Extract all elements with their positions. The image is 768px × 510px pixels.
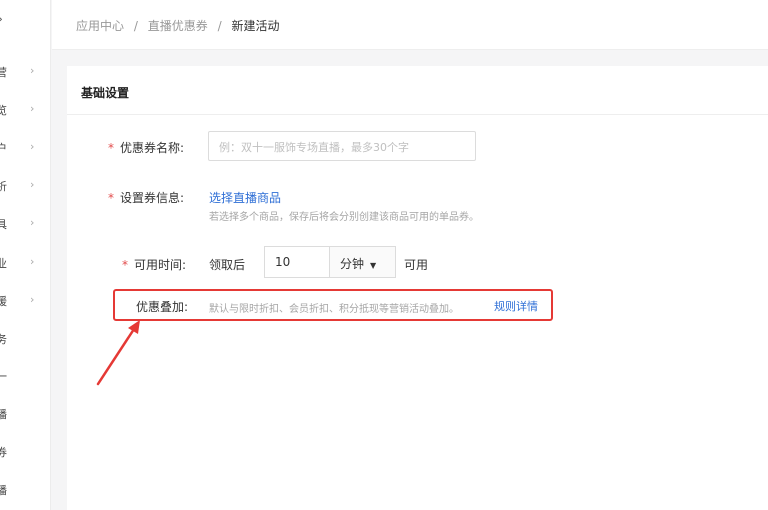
breadcrumb-separator: / [217, 19, 222, 33]
sidebar-item-label: 务 [0, 331, 7, 347]
sidebar-item-label: 业 [0, 255, 7, 271]
sidebar-item-label: 户 [0, 140, 7, 156]
required-mark: * [108, 141, 114, 155]
chevron-right-icon: › [30, 178, 35, 191]
sidebar-item[interactable]: 析› [0, 176, 50, 196]
chevron-right-icon: › [30, 102, 35, 115]
time-unit-select[interactable]: 分钟 ▼ [330, 246, 396, 278]
sidebar-item[interactable]: 户› [0, 138, 50, 158]
required-mark: * [122, 258, 128, 272]
coupon-info-label: * 设置券信息: [108, 189, 184, 206]
sidebar-item-label: 营 [0, 64, 7, 80]
sidebar-item[interactable]: 具› [0, 214, 50, 234]
sidebar-item[interactable]: 务 [0, 329, 50, 349]
breadcrumb-item-app-center[interactable]: 应用中心 [76, 19, 124, 33]
sidebar-item[interactable]: 营› [0, 62, 50, 82]
sidebar-item-label: 播 [0, 482, 7, 498]
sidebar-item-label: 援 [0, 293, 7, 309]
sidebar-item-label: 析 [0, 178, 7, 194]
coupon-name-label: * 优惠券名称: [108, 139, 184, 156]
coupon-name-input[interactable]: 例：双十一服饰专场直播，最多30个字 [208, 131, 476, 161]
highlight-box [113, 289, 553, 321]
chevron-right-icon: › [30, 64, 35, 77]
panel-divider [67, 114, 768, 115]
time-value-input[interactable]: 10 [264, 246, 330, 278]
time-suffix-text: 可用 [404, 258, 429, 272]
sidebar-item-label: 券 [0, 444, 7, 460]
sidebar-item-label: 具 [0, 216, 7, 232]
chevron-right-icon: › [30, 255, 35, 268]
sidebar-item-label: 一 [0, 368, 7, 384]
chevron-right-icon: › [30, 216, 35, 229]
breadcrumb-item-live-coupon[interactable]: 直播优惠券 [148, 19, 208, 33]
chevron-right-icon: › [30, 140, 35, 153]
coupon-name-label-text: 优惠券名称: [120, 141, 185, 155]
panel-title: 基础设置 [81, 86, 130, 100]
breadcrumb-separator: / [133, 19, 138, 33]
sidebar-item[interactable]: 业› [0, 253, 50, 273]
sidebar: › 营›览›户›析›具›业›援›务一播券播 [0, 0, 51, 510]
sidebar-item[interactable]: 一 [0, 366, 50, 386]
available-time-label-text: 可用时间: [134, 258, 187, 272]
caret-down-icon: ▼ [370, 261, 377, 270]
annotation-arrow-icon [96, 320, 140, 386]
chevron-right-icon: › [30, 293, 35, 306]
header: 应用中心 / 直播优惠券 / 新建活动 [52, 0, 768, 50]
select-live-products-link[interactable]: 选择直播商品 [209, 189, 281, 206]
sidebar-item-label: 览 [0, 102, 7, 118]
breadcrumb-item-current: 新建活动 [231, 19, 280, 33]
breadcrumb: 应用中心 / 直播优惠券 / 新建活动 [76, 17, 285, 34]
available-time-label: * 可用时间: [122, 256, 186, 273]
coupon-info-hint: 若选择多个商品，保存后将会分别创建该商品可用的单品券。 [209, 212, 479, 223]
time-prefix-text: 领取后 [209, 258, 246, 272]
sidebar-item[interactable]: 援› [0, 291, 50, 311]
sidebar-item[interactable]: 播 [0, 404, 50, 424]
sidebar-item-label: 播 [0, 406, 7, 422]
sidebar-item[interactable]: 播 [0, 480, 50, 500]
required-mark: * [108, 191, 114, 205]
coupon-info-label-text: 设置券信息: [120, 191, 185, 205]
time-unit-value: 分钟 [340, 257, 365, 271]
sidebar-item[interactable]: 券 [0, 442, 50, 462]
sidebar-collapse-icon[interactable]: › [0, 12, 3, 26]
sidebar-item[interactable]: 览› [0, 100, 50, 120]
